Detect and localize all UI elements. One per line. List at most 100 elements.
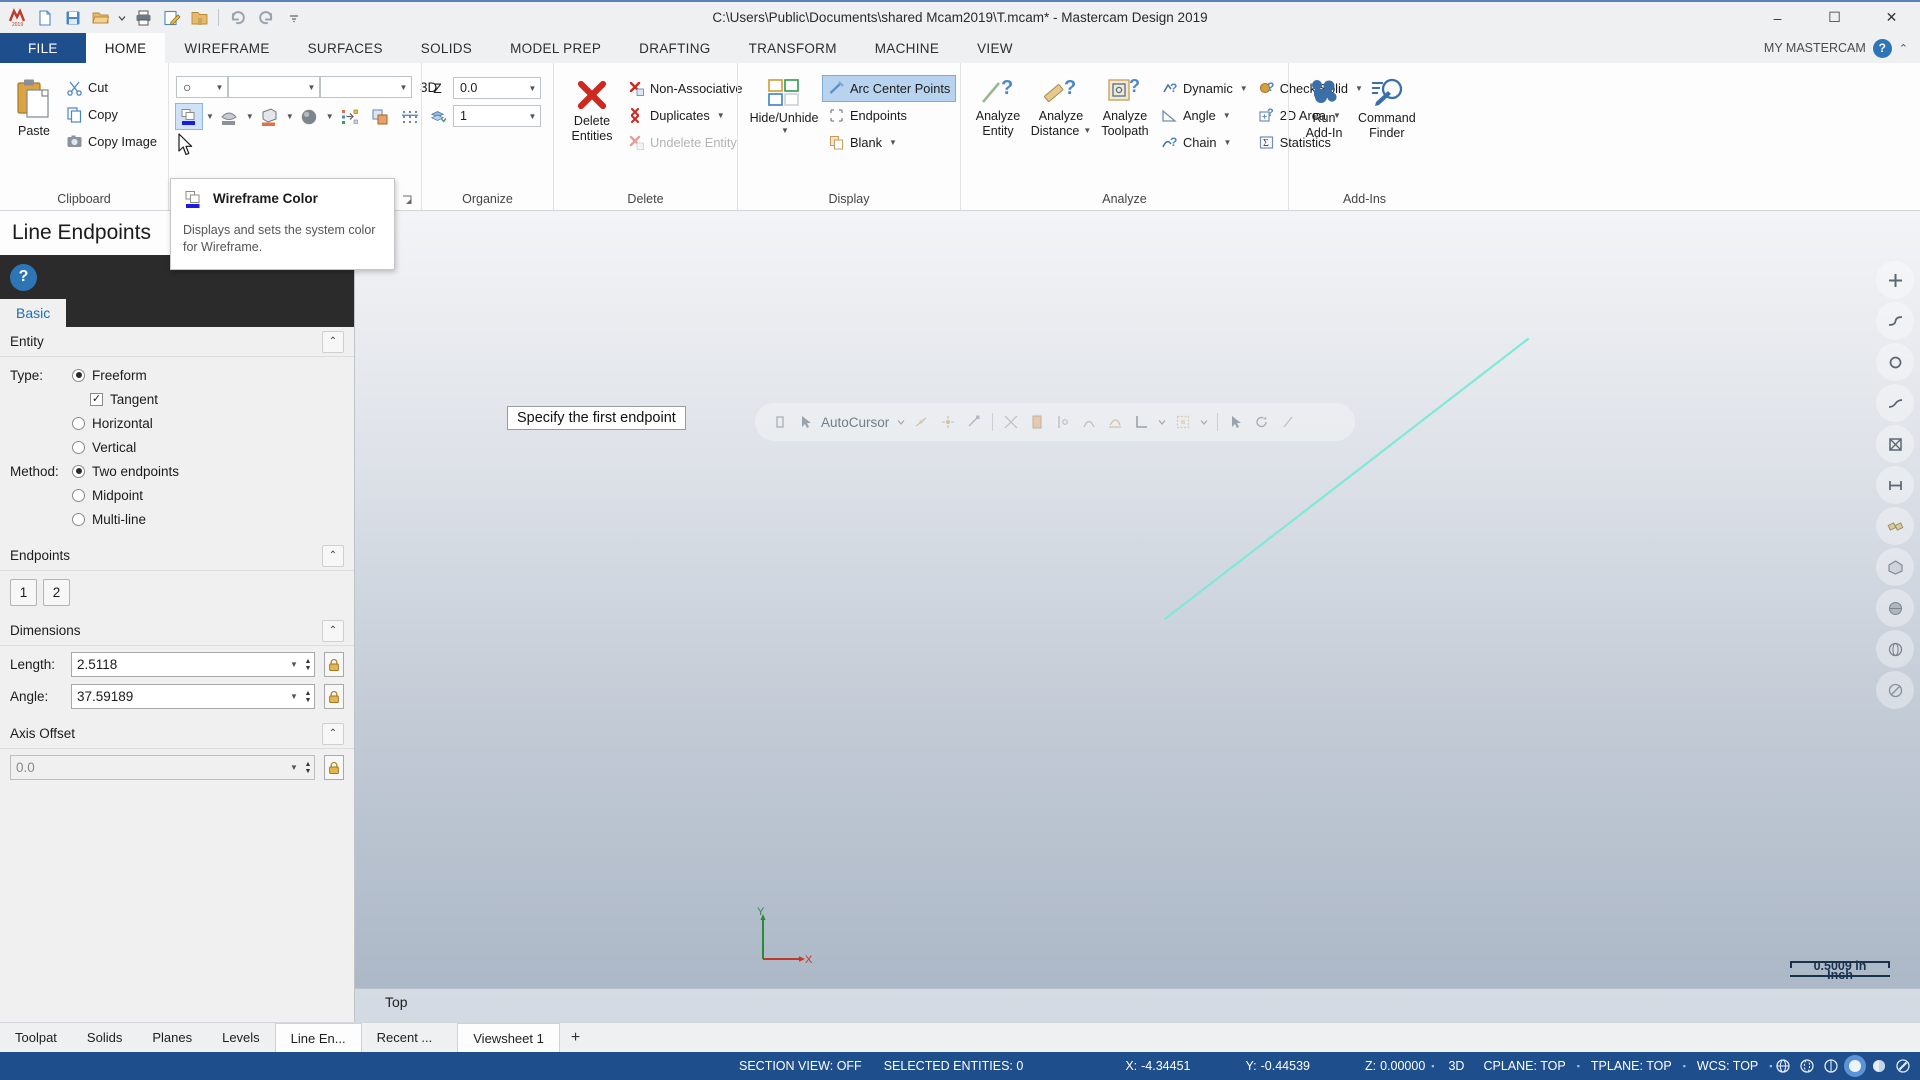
isometric-icon[interactable] bbox=[1876, 548, 1914, 586]
origin-icon[interactable] bbox=[769, 411, 791, 433]
line-width-combo[interactable]: ▼ bbox=[320, 76, 412, 98]
axis-offset-input-wrap[interactable]: ▼ ▲▼ bbox=[10, 755, 315, 780]
wireframe-view-icon[interactable] bbox=[1876, 630, 1914, 668]
endpoint-1-button[interactable]: 1 bbox=[10, 579, 37, 606]
angle-spinner[interactable]: ▲ ▼ bbox=[302, 690, 314, 704]
status-cplane[interactable]: CPLANE: TOP bbox=[1472, 1059, 1576, 1073]
dynamic-dropdown-icon[interactable]: ▼ bbox=[1240, 84, 1248, 93]
surface-color-button[interactable] bbox=[216, 104, 242, 129]
entity-section-header[interactable]: Entity ⌃ bbox=[0, 327, 354, 357]
dimensions-section-header[interactable]: Dimensions ⌃ bbox=[0, 616, 354, 646]
copy-button[interactable]: Copy bbox=[61, 102, 162, 127]
ribbon-tab-home[interactable]: HOME bbox=[85, 33, 166, 63]
select-icon[interactable] bbox=[1225, 411, 1247, 433]
status-wcs[interactable]: WCS: TOP bbox=[1686, 1059, 1769, 1073]
maximize-button[interactable]: ☐ bbox=[1806, 1, 1863, 34]
ribbon-tab-wireframe[interactable]: WIREFRAME bbox=[165, 33, 288, 63]
folder-icon[interactable] bbox=[186, 5, 212, 31]
viewsheet-tab-1[interactable]: Viewsheet 1 bbox=[457, 1023, 560, 1052]
chain-button[interactable]: ? Chain ▼ bbox=[1156, 130, 1253, 155]
type-row-horizontal[interactable]: Horizontal bbox=[10, 411, 344, 435]
endpoint-icon[interactable] bbox=[963, 411, 985, 433]
dynamic-rotate-icon[interactable] bbox=[1876, 384, 1914, 422]
method-row-multiline[interactable]: Multi-line bbox=[10, 507, 344, 531]
wireframe-display-icon[interactable] bbox=[1772, 1055, 1794, 1077]
rotate-icon[interactable] bbox=[1251, 411, 1273, 433]
angle-dropdown-icon[interactable]: ▼ bbox=[1223, 111, 1231, 120]
chevron-up-icon[interactable]: ⌃ bbox=[322, 544, 344, 567]
midpoint-icon[interactable] bbox=[911, 411, 933, 433]
blank-dropdown-icon[interactable]: ▼ bbox=[889, 138, 897, 147]
levels-icon[interactable] bbox=[429, 107, 446, 125]
chevron-down-icon[interactable]: ▼ bbox=[287, 660, 301, 669]
intersection-icon[interactable] bbox=[1000, 411, 1022, 433]
open-folder-icon[interactable] bbox=[88, 5, 114, 31]
zoom-window-icon[interactable] bbox=[1876, 302, 1914, 340]
ribbon-tab-model-prep[interactable]: MODEL PREP bbox=[491, 33, 620, 63]
ribbon-tab-solids[interactable]: SOLIDS bbox=[402, 33, 491, 63]
line-style-combo[interactable]: ▼ bbox=[228, 76, 320, 98]
copy-image-button[interactable]: Copy Image bbox=[61, 129, 162, 154]
checkbox-tangent[interactable]: ✓ bbox=[90, 392, 103, 406]
arc-center-points-button[interactable]: Arc Center Points bbox=[821, 75, 957, 102]
mastercam-logo-icon[interactable]: 2019 bbox=[4, 5, 30, 31]
tangent-row[interactable]: ✓ Tangent bbox=[10, 387, 344, 411]
ribbon-tab-machine[interactable]: MACHINE bbox=[856, 33, 958, 63]
material-button[interactable] bbox=[296, 104, 322, 129]
length-input-wrap[interactable]: ▼ ▲▼ bbox=[71, 652, 315, 677]
chevron-up-icon[interactable]: ⌃ bbox=[322, 330, 344, 353]
undelete-entity-button[interactable]: Undelete Entity bbox=[623, 130, 747, 155]
bottom-tab-solids[interactable]: Solids bbox=[72, 1023, 137, 1052]
endpoints-button[interactable]: Endpoints bbox=[823, 103, 955, 128]
close-button[interactable]: ✕ bbox=[1863, 1, 1920, 34]
attributes-dialog-launcher-icon[interactable] bbox=[402, 195, 414, 207]
undo-icon[interactable] bbox=[225, 5, 251, 31]
fit-icon[interactable] bbox=[1876, 261, 1914, 299]
panel-help-icon[interactable]: ? bbox=[10, 263, 37, 291]
duplicates-dropdown-icon[interactable]: ▼ bbox=[717, 111, 725, 120]
perpendicular-icon[interactable] bbox=[1130, 411, 1152, 433]
chevron-down-icon[interactable]: ▼ bbox=[525, 112, 540, 121]
material-dropdown-icon[interactable]: ▼ bbox=[326, 112, 334, 121]
axis-offset-spinner[interactable]: ▲ ▼ bbox=[302, 761, 314, 775]
level-combo[interactable]: 1 ▼ bbox=[453, 105, 541, 127]
radio-two-endpoints[interactable] bbox=[72, 464, 85, 478]
chevron-down-icon[interactable]: ▼ bbox=[287, 692, 301, 701]
type-row-vertical[interactable]: Vertical bbox=[10, 435, 344, 459]
translucent-icon[interactable] bbox=[1892, 1055, 1914, 1077]
duplicates-button[interactable]: Duplicates ▼ bbox=[623, 103, 747, 128]
solid-color-button[interactable] bbox=[256, 104, 282, 129]
ribbon-tab-surfaces[interactable]: SURFACES bbox=[289, 33, 402, 63]
delete-entities-button[interactable]: Delete Entities bbox=[561, 73, 623, 146]
radio-multi-line[interactable] bbox=[72, 512, 85, 526]
bottom-tab-planes[interactable]: Planes bbox=[137, 1023, 207, 1052]
radio-horizontal[interactable] bbox=[72, 416, 85, 430]
status-selected-entities[interactable]: SELECTED ENTITIES: 0 bbox=[873, 1059, 1035, 1073]
add-viewsheet-button[interactable]: + bbox=[560, 1023, 591, 1052]
pan-icon[interactable] bbox=[1876, 466, 1914, 504]
endpoint-2-button[interactable]: 2 bbox=[43, 579, 70, 606]
bottom-tab-recent[interactable]: Recent ... bbox=[362, 1023, 448, 1052]
shaded-icon[interactable] bbox=[1844, 1055, 1867, 1077]
my-mastercam-link[interactable]: MY MASTERCAM bbox=[1764, 41, 1866, 55]
minimize-button[interactable]: – bbox=[1749, 1, 1806, 34]
status-tplane[interactable]: TPLANE: TOP bbox=[1580, 1059, 1683, 1073]
zoom-target-icon[interactable] bbox=[1876, 343, 1914, 381]
run-addin-button[interactable]: Run Add-In bbox=[1296, 73, 1352, 143]
grid-dropdown-icon[interactable] bbox=[1198, 411, 1210, 433]
grid-snap-icon[interactable] bbox=[1172, 411, 1194, 433]
type-row-freeform[interactable]: Type: Freeform bbox=[10, 363, 344, 387]
unzoom-icon[interactable] bbox=[1876, 425, 1914, 463]
last-icon[interactable] bbox=[1277, 411, 1299, 433]
edit-file-icon[interactable] bbox=[158, 5, 184, 31]
print-icon[interactable] bbox=[130, 5, 156, 31]
z-depth-combo[interactable]: 0.0 ▼ bbox=[453, 77, 541, 99]
angle-button[interactable]: Angle ▼ bbox=[1156, 103, 1253, 128]
autocursor-dropdown-icon[interactable] bbox=[895, 411, 907, 433]
chain-dropdown-icon[interactable]: ▼ bbox=[1223, 138, 1231, 147]
analyze-distance-dropdown-icon[interactable]: ▼ bbox=[1083, 126, 1091, 135]
redo-icon[interactable] bbox=[253, 5, 279, 31]
bottom-tab-line-endpoints[interactable]: Line En... bbox=[274, 1023, 362, 1052]
ribbon-tab-drafting[interactable]: DRAFTING bbox=[620, 33, 729, 63]
quadrant-icon[interactable] bbox=[1052, 411, 1074, 433]
